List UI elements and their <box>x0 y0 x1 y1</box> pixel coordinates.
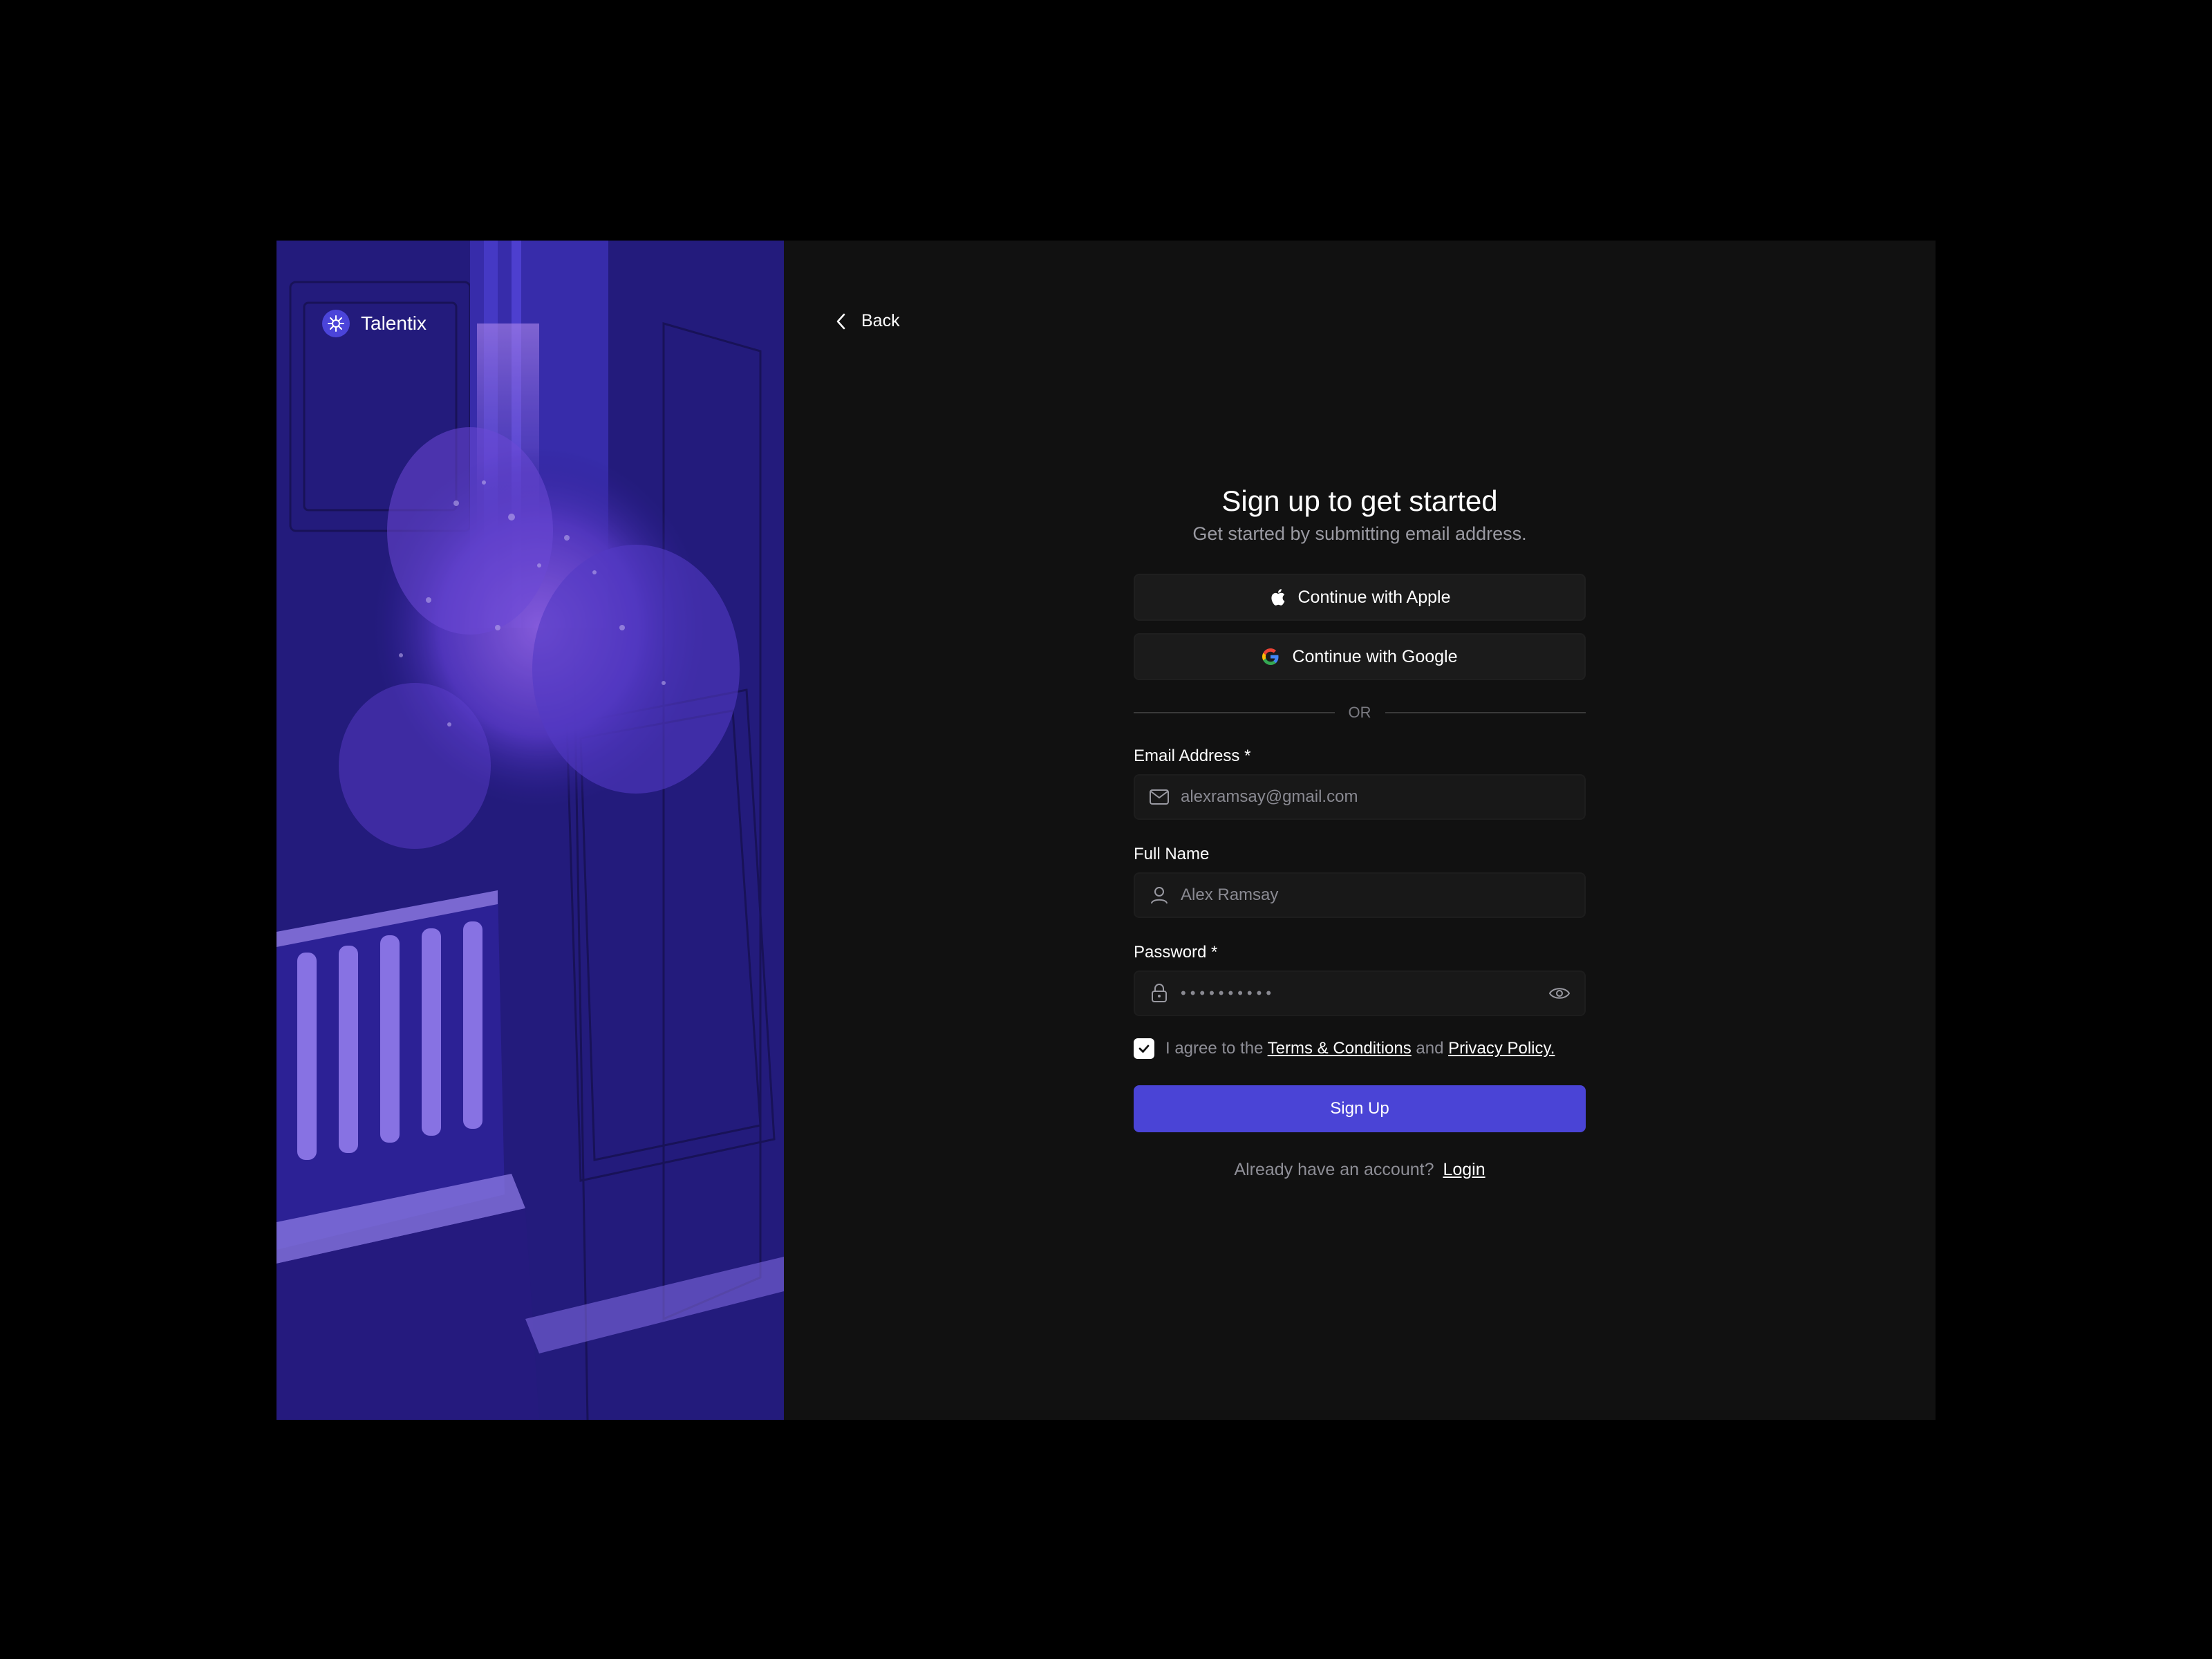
email-field[interactable]: alexramsay@gmail.com <box>1134 774 1586 820</box>
divider-label: OR <box>1348 704 1371 721</box>
back-label: Back <box>861 311 900 330</box>
password-required-mark: * <box>1211 943 1218 962</box>
password-value: •••••••••• <box>1181 984 1276 1002</box>
full-name-label-text: Full Name <box>1134 845 1210 863</box>
user-icon <box>1151 887 1168 904</box>
eye-icon[interactable] <box>1548 985 1571 1002</box>
or-divider: OR <box>1134 704 1586 722</box>
sparkle-logo-icon <box>322 310 350 337</box>
mail-icon <box>1150 789 1169 805</box>
password-field[interactable]: •••••••••• <box>1134 971 1586 1016</box>
terms-text: I agree to the Terms & Conditions and Pr… <box>1165 1039 1555 1058</box>
password-label-text: Password <box>1134 943 1207 962</box>
terms-and-conditions-link[interactable]: Terms & Conditions <box>1268 1039 1412 1058</box>
brand[interactable]: Talentix <box>322 310 427 337</box>
email-label-text: Email Address <box>1134 747 1240 765</box>
email-required-mark: * <box>1244 747 1251 765</box>
page-title: Sign up to get started <box>1221 485 1498 517</box>
balcony-flowers-illustration <box>276 241 784 1420</box>
chevron-left-icon <box>836 313 845 329</box>
login-prompt: Already have an account? Login <box>1134 1160 1586 1180</box>
continue-with-apple-button[interactable]: Continue with Apple <box>1134 574 1586 621</box>
continue-with-google-button[interactable]: Continue with Google <box>1134 633 1586 680</box>
login-link[interactable]: Login <box>1443 1160 1485 1179</box>
apple-button-label: Continue with Apple <box>1297 587 1451 607</box>
form-panel: Back Sign up to get started Get started … <box>784 241 1936 1420</box>
back-button[interactable]: Back <box>835 311 900 331</box>
full-name-label: Full Name <box>1134 845 1586 864</box>
sign-up-label: Sign Up <box>1330 1099 1389 1118</box>
login-prompt-text: Already have an account? <box>1234 1160 1434 1179</box>
lock-icon <box>1152 984 1167 1002</box>
brand-name: Talentix <box>361 312 427 334</box>
apple-icon <box>1271 589 1284 606</box>
full-name-field[interactable]: Alex Ramsay <box>1134 872 1586 918</box>
check-icon <box>1138 1044 1150 1053</box>
signup-form: Sign up to get started Get started by su… <box>1134 482 1586 1180</box>
email-label: Email Address * <box>1134 747 1586 766</box>
google-icon <box>1262 648 1279 665</box>
signup-window: Talentix Back Sign up to get started Get… <box>276 241 1936 1420</box>
terms-agreement: I agree to the Terms & Conditions and Pr… <box>1134 1038 1586 1059</box>
page-subtitle: Get started by submitting email address. <box>1192 523 1527 544</box>
divider-line-right <box>1385 712 1586 713</box>
sign-up-button[interactable]: Sign Up <box>1134 1085 1586 1132</box>
privacy-policy-link[interactable]: Privacy Policy. <box>1448 1039 1555 1058</box>
illustration-panel: Talentix <box>276 241 784 1420</box>
google-button-label: Continue with Google <box>1292 646 1458 666</box>
password-label: Password * <box>1134 943 1586 962</box>
divider-line-left <box>1134 712 1335 713</box>
terms-conjunction: and <box>1416 1039 1444 1058</box>
full-name-value: Alex Ramsay <box>1181 885 1279 904</box>
terms-checkbox[interactable] <box>1134 1038 1154 1059</box>
terms-prefix: I agree to the <box>1165 1039 1264 1058</box>
email-value: alexramsay@gmail.com <box>1181 787 1358 806</box>
